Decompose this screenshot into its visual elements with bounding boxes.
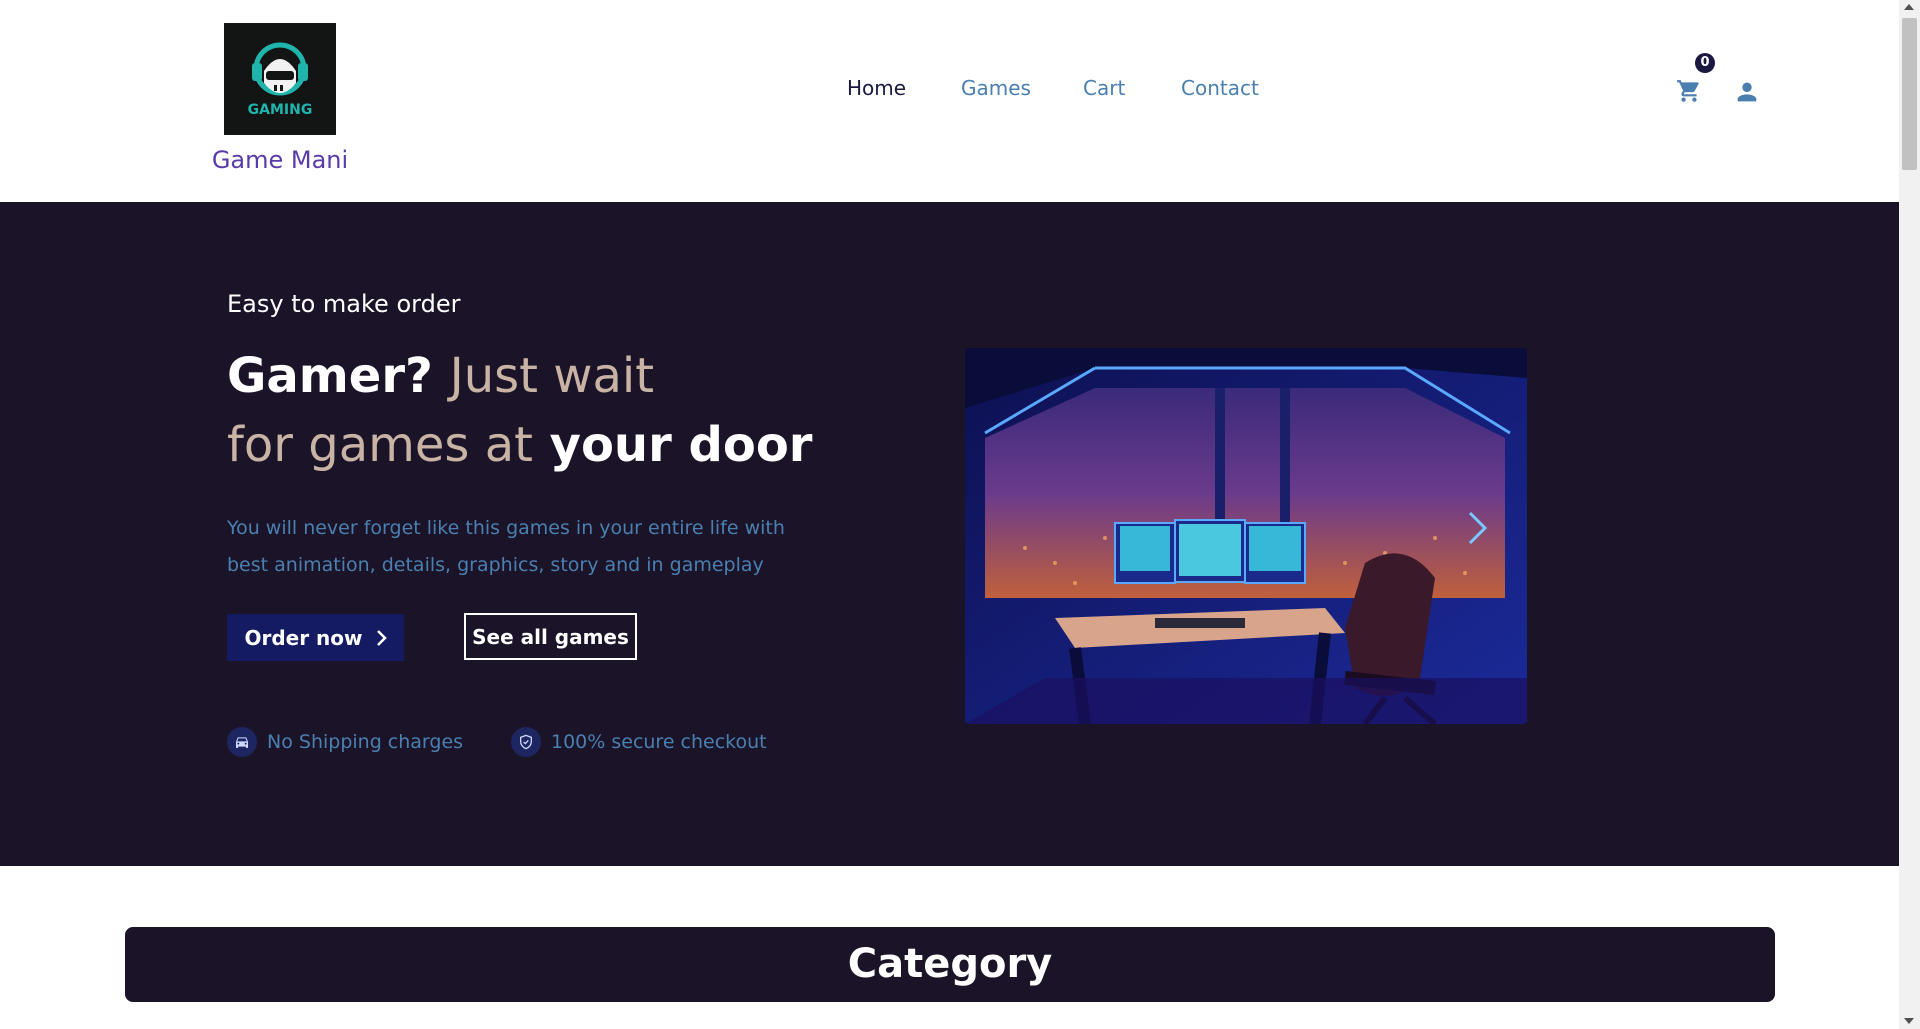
nav-games[interactable]: Games: [961, 76, 1031, 100]
category-heading: Category: [125, 927, 1775, 1002]
site-header: GAMING Game Mani Home Games Cart Contact…: [0, 0, 1899, 202]
page-scrollbar[interactable]: [1899, 0, 1920, 1029]
cart-button[interactable]: [1675, 78, 1703, 104]
user-account-button[interactable]: [1733, 78, 1761, 106]
feature-label: No Shipping charges: [267, 731, 464, 753]
scroll-thumb[interactable]: [1902, 18, 1917, 170]
headline-part-1: Gamer?: [227, 348, 433, 404]
nav-contact[interactable]: Contact: [1181, 76, 1259, 100]
feature-free-shipping: No Shipping charges: [227, 727, 463, 757]
headline-part-4: your door: [549, 417, 813, 473]
nav-home[interactable]: Home: [847, 76, 906, 100]
hero-section: Easy to make order Gamer? Just wait for …: [0, 202, 1899, 866]
gaming-room-image: [965, 348, 1527, 724]
shield-check-icon: [511, 727, 541, 757]
headline-part-2: Just wait: [449, 348, 655, 404]
feature-secure-checkout: 100% secure checkout: [511, 727, 767, 757]
headline-part-3: for games at: [227, 417, 533, 473]
cart-icon: [1677, 80, 1699, 102]
hero-headline: Gamer? Just wait for games at your door: [227, 342, 812, 480]
brand-name[interactable]: Game Mani: [200, 146, 360, 174]
order-now-button[interactable]: Order now: [227, 614, 404, 661]
chevron-right-icon: [376, 629, 387, 646]
see-all-games-button[interactable]: See all games: [464, 613, 637, 660]
cart-count-badge: 0: [1695, 53, 1715, 73]
scroll-up-arrow-icon[interactable]: [1904, 4, 1914, 10]
page: GAMING Game Mani Home Games Cart Contact…: [0, 0, 1899, 1029]
nav-cart[interactable]: Cart: [1083, 76, 1125, 100]
scroll-down-arrow-icon[interactable]: [1904, 1018, 1914, 1024]
car-icon: [227, 727, 257, 757]
feature-label: 100% secure checkout: [551, 731, 767, 753]
order-now-label: Order now: [244, 625, 363, 650]
hero-eyebrow: Easy to make order: [227, 290, 461, 318]
hero-description: You will never forget like this games in…: [227, 517, 785, 576]
main-nav: Home Games Cart Contact: [0, 76, 1899, 106]
user-icon: [1737, 82, 1757, 102]
